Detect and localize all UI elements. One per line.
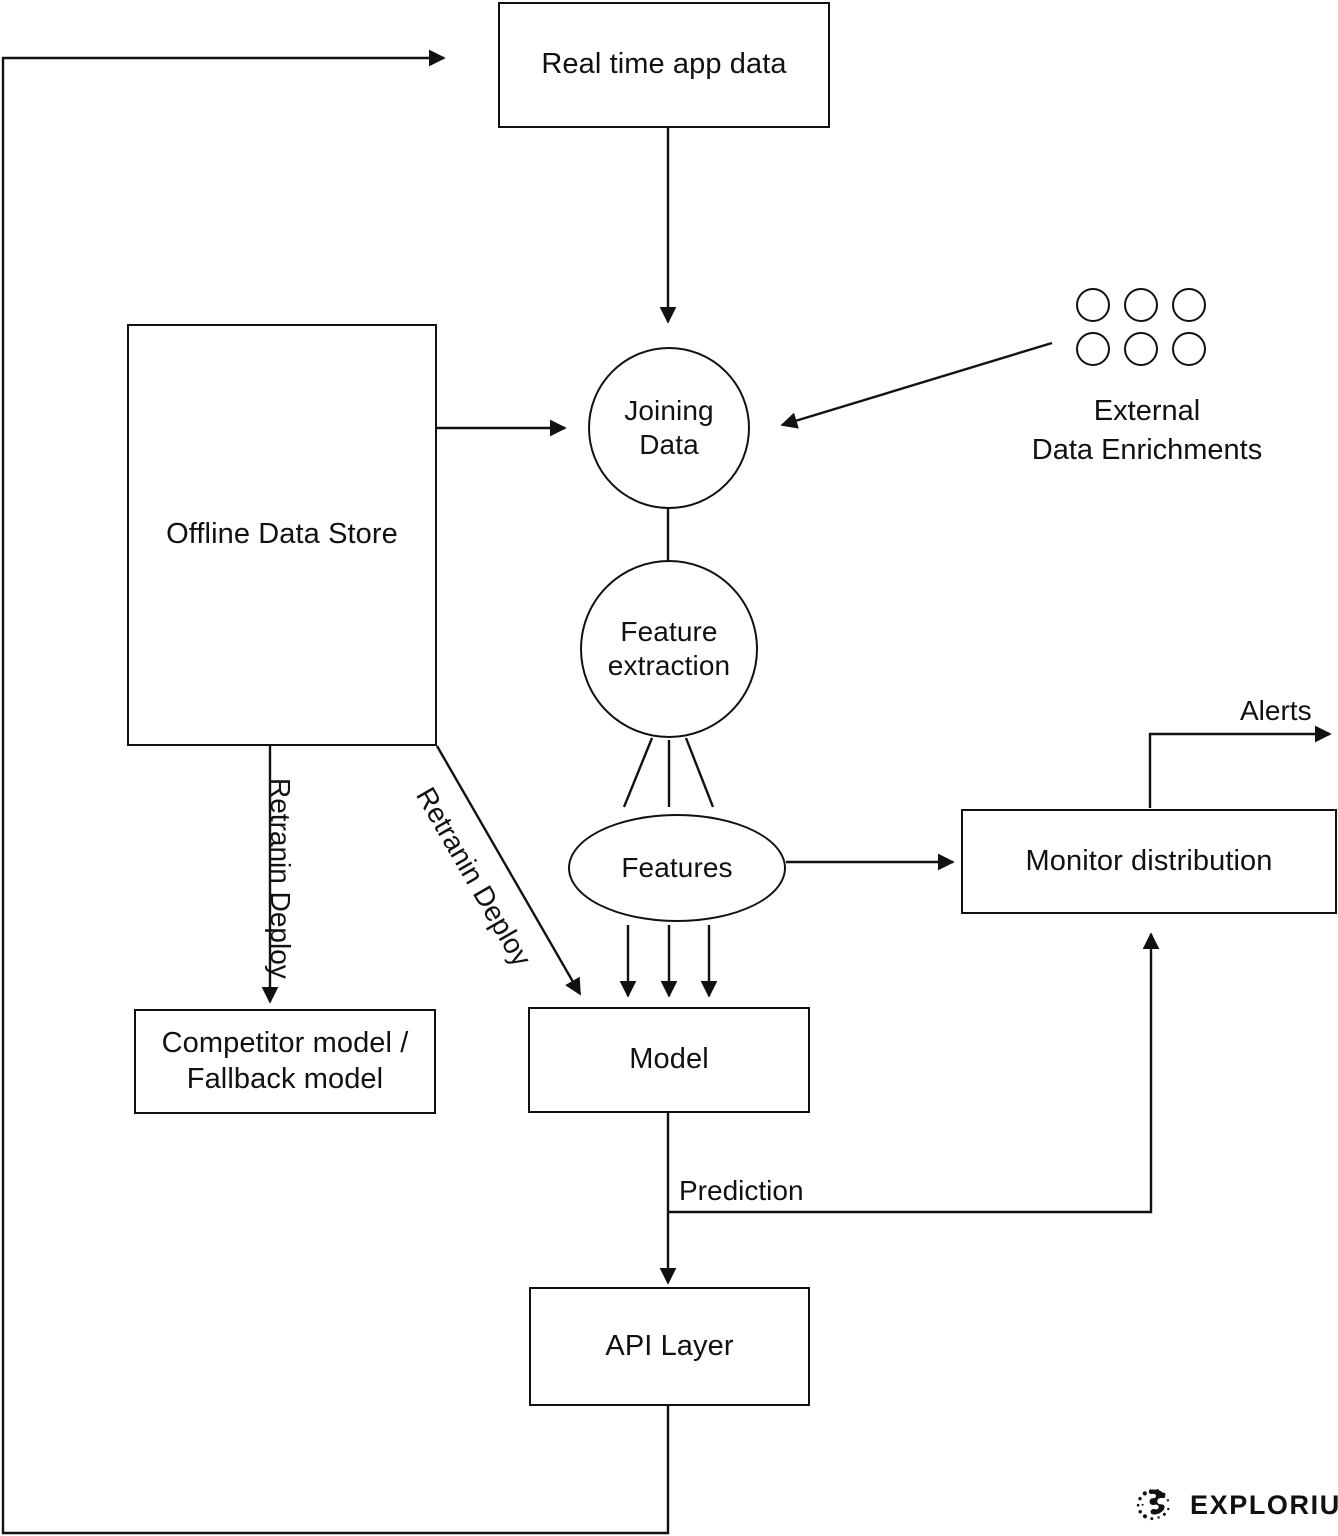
edge-featureextraction-to-features-left — [622, 737, 654, 808]
node-offline-data-store[interactable]: Offline Data Store — [127, 324, 437, 746]
node-label: Model — [629, 1043, 709, 1076]
node-label: Feature extraction — [607, 615, 731, 681]
explorium-dot-cluster-icon — [1136, 1489, 1170, 1521]
edge-monitor-to-alerts — [1148, 725, 1332, 808]
node-real-time-app-data[interactable]: Real time app data — [498, 2, 830, 128]
node-label: Offline Data Store — [166, 518, 398, 551]
external-data-enrichments-label: External Data Enrichments — [1031, 395, 1263, 467]
node-model[interactable]: Model — [528, 1007, 810, 1113]
node-label: Real time app data — [541, 48, 787, 81]
node-api-layer[interactable]: API Layer — [529, 1287, 810, 1406]
edge-label-alerts: Alerts — [1240, 695, 1312, 726]
enrichment-dot-icon — [1124, 332, 1158, 366]
external-data-enrichments-dots-icon — [1076, 288, 1206, 366]
enrichment-dot-icon — [1172, 288, 1206, 322]
enrichment-dot-icon — [1076, 332, 1110, 366]
enrichment-dot-icon — [1076, 288, 1110, 322]
node-monitor-distribution[interactable]: Monitor distribution — [961, 809, 1337, 914]
enrichment-dot-icon — [1172, 332, 1206, 366]
edge-label-retrain-deploy-left: Retranin Deploy — [265, 778, 296, 979]
node-label: Joining Data — [624, 394, 714, 460]
enrichment-dot-icon — [1124, 288, 1158, 322]
explorium-wordmark: EXPLORIUM — [1190, 1489, 1338, 1520]
edge-label-retrain-deploy-diagonal: Retranin Deploy — [410, 782, 538, 972]
node-label: API Layer — [605, 1329, 734, 1362]
node-joining-data[interactable]: Joining Data — [588, 347, 750, 509]
node-label: Competitor model / Fallback model — [161, 1027, 409, 1095]
pipeline-diagram: Real time app data Offline Data Store Jo… — [0, 0, 1338, 1536]
explorium-logo: EXPLORIUM — [1131, 1482, 1338, 1528]
node-feature-extraction[interactable]: Feature extraction — [580, 560, 758, 738]
node-label: Features — [621, 851, 733, 883]
node-features[interactable]: Features — [568, 814, 786, 922]
node-label: Monitor distribution — [1025, 844, 1273, 877]
edge-label-prediction: Prediction — [679, 1175, 804, 1206]
node-competitor-fallback-model[interactable]: Competitor model / Fallback model — [134, 1009, 436, 1114]
edge-featureextraction-to-features-right — [684, 737, 715, 808]
